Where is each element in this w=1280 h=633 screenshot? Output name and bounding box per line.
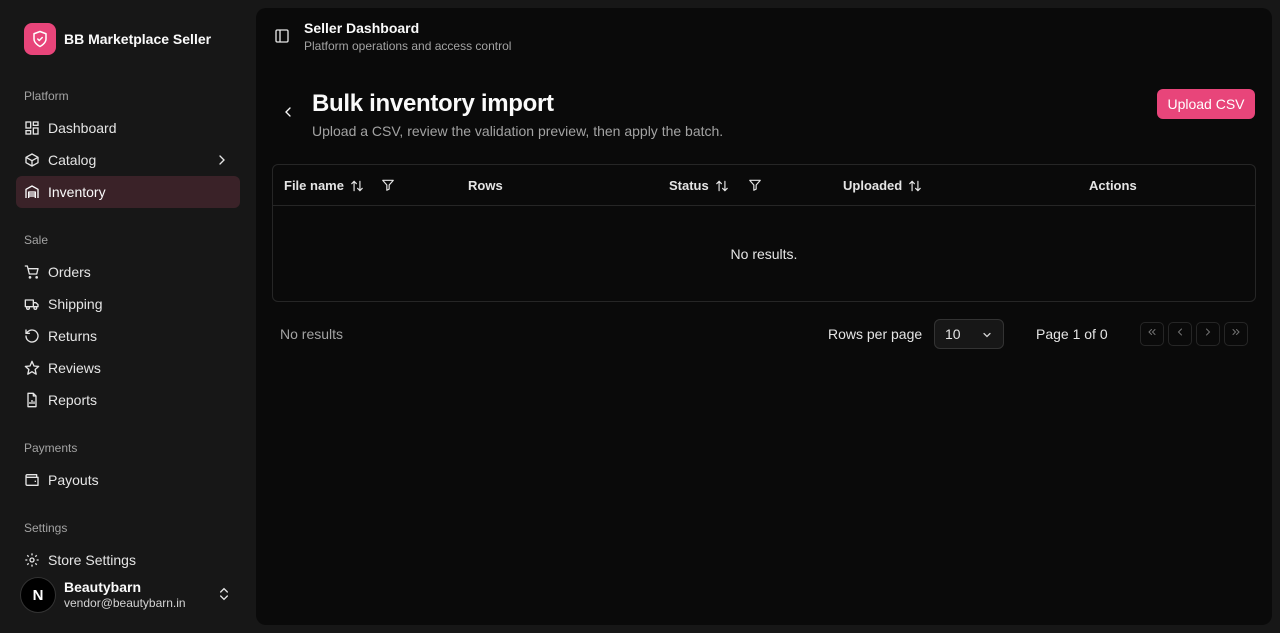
column-label: Status [669, 178, 709, 193]
dashboard-icon [24, 120, 40, 136]
sidebar-item-label: Dashboard [48, 120, 117, 136]
sidebar-item-returns[interactable]: Returns [16, 320, 240, 352]
sidebar-item-store-settings[interactable]: Store Settings [16, 544, 240, 568]
sidebar-item-reviews[interactable]: Reviews [16, 352, 240, 384]
page-title: Bulk inventory import [312, 90, 554, 117]
table-header: File name Rows Status Uploaded Actions [273, 165, 1255, 206]
report-icon [24, 392, 40, 408]
sort-icon[interactable] [350, 179, 364, 193]
column-header-actions: Actions [1089, 178, 1137, 193]
sidebar-item-reports[interactable]: Reports [16, 384, 240, 416]
column-label: File name [284, 178, 344, 193]
sidebar-nav[interactable]: Platform Dashboard Catalog Inventory Sal… [0, 72, 256, 568]
brand-name: BB Marketplace Seller [64, 31, 212, 47]
package-icon [24, 152, 40, 168]
upload-csv-button[interactable]: Upload CSV [1157, 89, 1255, 119]
sort-icon[interactable] [908, 179, 922, 193]
sidebar-item-label: Shipping [48, 296, 103, 312]
rows-per-page-select[interactable]: 10 [934, 319, 1004, 349]
sort-icon[interactable] [715, 179, 729, 193]
gear-icon [24, 552, 40, 568]
page-info: Page 1 of 0 [1036, 326, 1108, 342]
chevron-right-icon [1202, 325, 1214, 343]
sidebar-item-label: Returns [48, 328, 98, 344]
sidebar-item-label: Reviews [48, 360, 101, 376]
sidebar-item-label: Payouts [48, 472, 99, 488]
star-icon [24, 360, 40, 376]
sidebar-item-dashboard[interactable]: Dashboard [16, 112, 240, 144]
next-page-button[interactable] [1196, 322, 1220, 346]
back-icon[interactable] [280, 104, 296, 120]
results-count: No results [280, 326, 344, 342]
group-label-platform: Platform [24, 89, 69, 103]
shield-icon [24, 23, 56, 55]
truck-icon [24, 296, 40, 312]
prev-page-button[interactable] [1168, 322, 1192, 346]
brand[interactable]: BB Marketplace Seller [24, 23, 211, 55]
user-email: vendor@beautybarn.in [64, 596, 186, 611]
rotate-icon [24, 328, 40, 344]
page-subtitle: Upload a CSV, review the validation prev… [312, 123, 724, 139]
chevron-left-icon [1174, 325, 1186, 343]
group-label-payments: Payments [24, 441, 78, 455]
filter-icon[interactable] [748, 178, 762, 192]
column-header-uploaded[interactable]: Uploaded [843, 165, 922, 206]
column-header-status[interactable]: Status [669, 165, 729, 206]
user-name: Beautybarn [64, 578, 142, 595]
sidebar-item-payouts[interactable]: Payouts [16, 464, 240, 496]
avatar-initial: N [32, 586, 44, 604]
sidebar-item-inventory[interactable]: Inventory [16, 176, 240, 208]
main-panel: Seller Dashboard Platform operations and… [256, 8, 1272, 625]
rows-per-page-label: Rows per page [828, 326, 923, 342]
rows-per-page-value: 10 [945, 326, 961, 342]
avatar: N [20, 577, 56, 613]
sidebar-item-orders[interactable]: Orders [16, 256, 240, 288]
empty-state: No results. [730, 245, 798, 262]
user-menu[interactable]: N Beautybarn vendor@beautybarn.in [16, 572, 240, 618]
topbar-subtitle: Platform operations and access control [304, 39, 512, 53]
chevron-right-icon [214, 152, 230, 168]
column-label: Uploaded [843, 178, 903, 193]
last-page-button[interactable] [1224, 322, 1248, 346]
cart-icon [24, 264, 40, 280]
column-header-file-name[interactable]: File name [284, 165, 364, 206]
sidebar-item-label: Store Settings [48, 552, 136, 568]
sidebar-toggle-icon[interactable] [274, 28, 290, 44]
chevrons-up-down-icon [216, 586, 232, 602]
first-page-button[interactable] [1140, 322, 1164, 346]
sidebar-item-label: Orders [48, 264, 91, 280]
group-label-settings: Settings [24, 521, 68, 535]
sidebar-item-label: Inventory [48, 184, 106, 200]
column-header-rows: Rows [468, 178, 503, 193]
topbar-title: Seller Dashboard [304, 20, 420, 36]
wallet-icon [24, 472, 40, 488]
sidebar-item-label: Catalog [48, 152, 97, 168]
sidebar-item-label: Reports [48, 392, 98, 408]
imports-table: File name Rows Status Uploaded Actions N… [272, 164, 1256, 302]
filter-icon[interactable] [381, 178, 395, 192]
chevrons-right-icon [1230, 325, 1242, 343]
chevrons-left-icon [1146, 325, 1158, 343]
sidebar-item-shipping[interactable]: Shipping [16, 288, 240, 320]
group-label-sale: Sale [24, 233, 49, 247]
warehouse-icon [24, 184, 40, 200]
sidebar-item-catalog[interactable]: Catalog [16, 144, 240, 176]
chevron-down-icon [981, 328, 993, 340]
sidebar: BB Marketplace Seller Platform Dashboard… [0, 0, 256, 633]
